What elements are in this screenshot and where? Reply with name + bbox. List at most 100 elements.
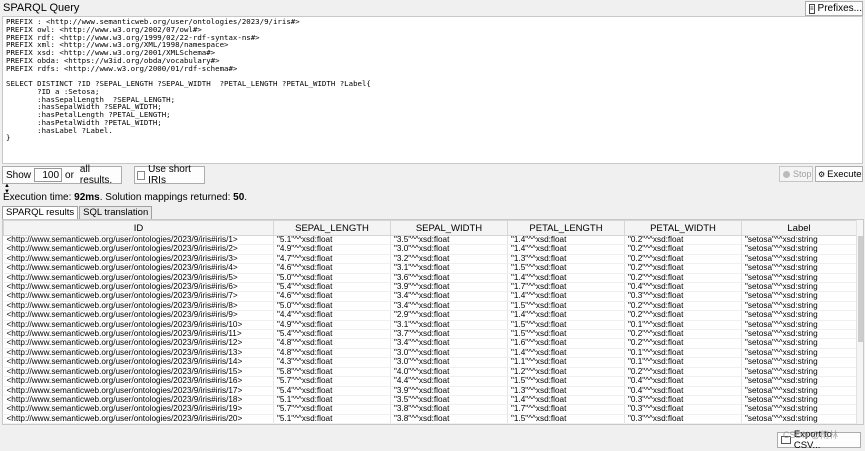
table-cell: "1.4"^^xsd:float [507,310,625,321]
table-cell: "0.4"^^xsd:float [624,386,742,396]
table-cell: "5.7"^^xsd:float [273,404,391,415]
table-header-row: ID SEPAL_LENGTH SEPAL_WIDTH PETAL_LENGTH PET… [3,220,857,236]
tab-sparql-results[interactable]: SPARQL results [2,206,79,219]
table-row[interactable]: <http://www.semanticweb.org/user/ontolog… [3,282,857,293]
table-cell: "0.2"^^xsd:float [624,423,742,424]
vertical-scrollbar[interactable] [856,220,863,424]
column-header[interactable]: SEPAL_LENGTH [273,220,391,236]
table-cell: "4.3"^^xsd:float [273,357,391,368]
column-header[interactable]: PETAL_WIDTH [624,220,742,236]
result-limit-input[interactable] [34,168,63,182]
table-cell: "2.9"^^xsd:float [390,310,508,321]
table-row[interactable]: <http://www.semanticweb.org/user/ontolog… [3,357,857,368]
table-cell: "1.4"^^xsd:float [507,244,625,255]
table-cell: <http://www.semanticweb.org/user/ontolog… [3,404,274,415]
table-cell: <http://www.semanticweb.org/user/ontolog… [3,367,274,378]
table-row[interactable]: <http://www.semanticweb.org/user/ontolog… [3,395,857,406]
column-header[interactable]: ID [3,220,274,236]
tab-sql-translation[interactable]: SQL translation [79,206,153,219]
column-header[interactable]: PETAL_LENGTH [507,220,625,236]
table-row[interactable]: <http://www.semanticweb.org/user/ontolog… [3,320,857,331]
short-iris-label: Use short IRIs [148,164,191,186]
column-header[interactable]: Label [741,220,857,236]
table-cell: "setosa"^^xsd:string [741,395,857,406]
table-cell: "0.3"^^xsd:float [624,291,742,302]
table-cell: "1.1"^^xsd:float [507,357,625,368]
table-row[interactable]: <http://www.semanticweb.org/user/ontolog… [3,244,857,255]
prefixes-button[interactable]: ≡ Prefixes... [805,1,863,16]
table-row[interactable]: <http://www.semanticweb.org/user/ontolog… [3,235,857,246]
scrollbar-thumb[interactable] [858,236,863,342]
table-cell: "5.0"^^xsd:float [273,301,391,312]
table-cell: "setosa"^^xsd:string [741,310,857,321]
table-cell: "1.7"^^xsd:float [507,423,625,424]
table-cell: "0.2"^^xsd:float [624,273,742,284]
table-cell: "1.7"^^xsd:float [507,282,625,293]
short-iris-toggle[interactable]: Use short IRIs [134,164,205,186]
table-cell: "0.2"^^xsd:float [624,367,742,378]
table-cell: "setosa"^^xsd:string [741,244,857,255]
stop-button[interactable]: Stop [779,166,813,182]
table-cell: "3.2"^^xsd:float [390,254,508,265]
table-cell: "5.4"^^xsd:float [273,282,391,293]
table-cell: "5.7"^^xsd:float [273,376,391,387]
table-row[interactable]: <http://www.semanticweb.org/user/ontolog… [3,291,857,302]
table-cell: "0.2"^^xsd:float [624,254,742,265]
execution-status: Execution time: 92ms. Solution mappings … [3,192,247,203]
table-cell: "5.4"^^xsd:float [273,423,391,424]
table-cell: "setosa"^^xsd:string [741,423,857,424]
table-cell: "0.4"^^xsd:float [624,282,742,293]
table-cell: "4.4"^^xsd:float [273,310,391,321]
table-cell: "setosa"^^xsd:string [741,282,857,293]
table-cell: "0.2"^^xsd:float [624,329,742,340]
table-cell: <http://www.semanticweb.org/user/ontolog… [3,386,274,396]
table-row[interactable]: <http://www.semanticweb.org/user/ontolog… [3,310,857,321]
prefixes-icon: ≡ [809,3,815,14]
table-row[interactable]: <http://www.semanticweb.org/user/ontolog… [3,338,857,349]
table-cell: "setosa"^^xsd:string [741,254,857,265]
table-row[interactable]: <http://www.semanticweb.org/user/ontolog… [3,367,857,378]
table-cell: <http://www.semanticweb.org/user/ontolog… [3,235,274,246]
table-row[interactable]: <http://www.semanticweb.org/user/ontolog… [3,423,857,424]
table-row[interactable]: <http://www.semanticweb.org/user/ontolog… [3,301,857,312]
table-row[interactable]: <http://www.semanticweb.org/user/ontolog… [3,329,857,340]
table-row[interactable]: <http://www.semanticweb.org/user/ontolog… [3,263,857,274]
table-cell: "setosa"^^xsd:string [741,404,857,415]
table-cell: "4.9"^^xsd:float [273,320,391,331]
table-row[interactable]: <http://www.semanticweb.org/user/ontolog… [3,404,857,415]
table-row[interactable]: <http://www.semanticweb.org/user/ontolog… [3,414,857,424]
all-results-button[interactable]: all results. [80,164,121,186]
table-body: <http://www.semanticweb.org/user/ontolog… [3,235,857,424]
table-cell: "3.9"^^xsd:float [390,282,508,293]
table-cell: "1.4"^^xsd:float [507,348,625,359]
table-cell: "3.4"^^xsd:float [390,301,508,312]
table-row[interactable]: <http://www.semanticweb.org/user/ontolog… [3,376,857,387]
table-cell: "0.2"^^xsd:float [624,310,742,321]
short-iris-checkbox[interactable] [137,170,146,180]
table-cell: "setosa"^^xsd:string [741,235,857,246]
table-cell: "1.4"^^xsd:float [507,395,625,406]
table-row[interactable]: <http://www.semanticweb.org/user/ontolog… [3,254,857,265]
table-cell: "3.8"^^xsd:float [390,404,508,415]
column-header[interactable]: SEPAL_WIDTH [390,220,508,236]
query-text[interactable]: PREFIX : <http://www.semanticweb.org/use… [3,17,862,143]
table-cell: <http://www.semanticweb.org/user/ontolog… [3,310,274,321]
table-cell: "5.4"^^xsd:float [273,329,391,340]
table-cell: "3.5"^^xsd:float [390,395,508,406]
table-cell: "1.4"^^xsd:float [507,235,625,246]
table-row[interactable]: <http://www.semanticweb.org/user/ontolog… [3,386,857,396]
table-row[interactable]: <http://www.semanticweb.org/user/ontolog… [3,273,857,284]
result-limit-group: Show or all results. [2,164,122,186]
table-cell: <http://www.semanticweb.org/user/ontolog… [3,291,274,302]
window-title: SPARQL Query [3,2,80,14]
query-editor[interactable]: PREFIX : <http://www.semanticweb.org/use… [2,16,863,164]
table-cell: "1.5"^^xsd:float [507,414,625,424]
table-row[interactable]: <http://www.semanticweb.org/user/ontolog… [3,348,857,359]
execute-button[interactable]: ⚙ Execute [815,166,863,182]
table-cell: "0.3"^^xsd:float [624,404,742,415]
stop-label: Stop [793,169,812,179]
table-cell: "3.1"^^xsd:float [390,263,508,274]
table-cell: "3.4"^^xsd:float [390,291,508,302]
table-cell: "3.8"^^xsd:float [390,414,508,424]
table-cell: <http://www.semanticweb.org/user/ontolog… [3,357,274,368]
